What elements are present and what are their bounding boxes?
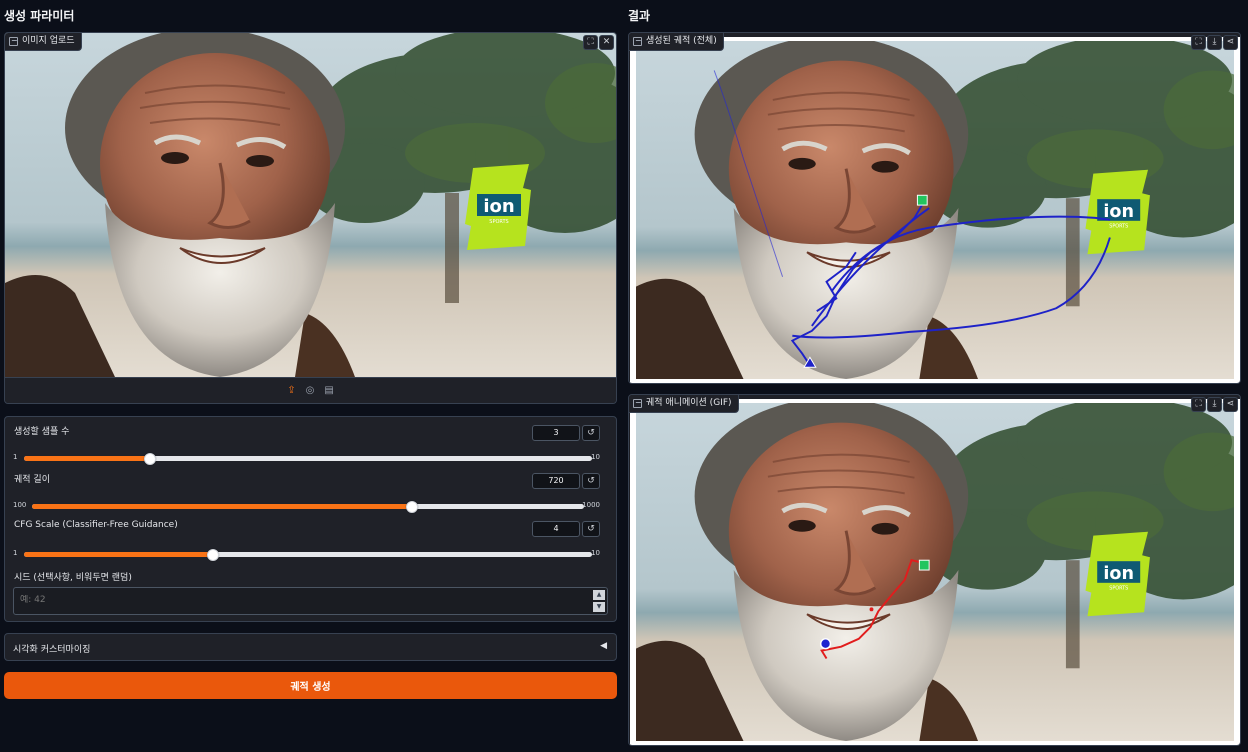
slider-track[interactable] bbox=[32, 500, 584, 513]
upload-icon[interactable]: ⇪ bbox=[287, 385, 295, 396]
trajectory-full-label: 생성된 궤적 (전체) bbox=[629, 33, 724, 51]
trajectory-gif-label: 궤적 애니메이션 (GIF) bbox=[629, 395, 739, 413]
image-icon bbox=[633, 37, 642, 46]
clipboard-icon[interactable]: ▤ bbox=[324, 385, 333, 396]
num-samples-input[interactable]: 3 bbox=[532, 425, 580, 441]
image-upload-label: 이미지 업로드 bbox=[5, 33, 82, 51]
increment-icon[interactable]: ▲ bbox=[593, 590, 605, 600]
slider-track[interactable] bbox=[24, 452, 592, 465]
decrement-icon[interactable]: ▼ bbox=[593, 602, 605, 612]
fullscreen-icon[interactable]: ⛶ bbox=[583, 35, 598, 50]
share-icon[interactable]: ⋖ bbox=[1223, 397, 1238, 412]
slider-fill bbox=[32, 504, 413, 509]
reset-icon[interactable]: ↺ bbox=[582, 425, 600, 441]
image-icon bbox=[9, 37, 18, 46]
cfg-scale-input[interactable]: 4 bbox=[532, 521, 580, 537]
seed-field[interactable]: ▲ ▼ bbox=[13, 587, 608, 615]
fullscreen-icon[interactable]: ⛶ bbox=[1191, 35, 1206, 50]
cfg-scale-slider[interactable]: CFG Scale (Classifier-Free Guidance) 4 ↺… bbox=[13, 520, 608, 564]
num-samples-slider[interactable]: 생성할 샘플 수 3 ↺ 1 10 bbox=[13, 424, 608, 468]
parameters-title: 생성 파라미터 bbox=[4, 9, 75, 23]
slider-thumb[interactable] bbox=[144, 452, 157, 465]
slider-fill bbox=[24, 552, 214, 557]
download-icon[interactable]: ⤓ bbox=[1207, 397, 1222, 412]
seed-input[interactable] bbox=[20, 595, 580, 605]
trajectory-gif-image bbox=[636, 403, 1234, 741]
close-icon[interactable]: ✕ bbox=[599, 35, 614, 50]
seed-stepper[interactable]: ▲ ▼ bbox=[593, 590, 605, 612]
image-icon bbox=[633, 399, 642, 408]
collapse-arrow-icon[interactable]: ◀ bbox=[600, 641, 607, 651]
results-title: 결과 bbox=[628, 9, 651, 23]
slider-fill bbox=[24, 456, 151, 461]
visualization-accordion[interactable]: 시각화 커스터마이징 ◀ bbox=[4, 633, 617, 661]
share-icon[interactable]: ⋖ bbox=[1223, 35, 1238, 50]
seed-label: 시드 (선택사항, 비워두면 랜덤) bbox=[14, 573, 132, 583]
trajectory-full-block: 생성된 궤적 (전체) ⛶ ⤓ ⋖ bbox=[628, 32, 1241, 384]
trajectory-gif-block: 궤적 애니메이션 (GIF) ⛶ ⤓ ⋖ bbox=[628, 394, 1241, 746]
webcam-icon[interactable]: ◎ bbox=[306, 385, 315, 396]
image-upload-block[interactable]: 이미지 업로드 ⛶ ✕ ⇪ ◎ ▤ bbox=[4, 32, 617, 404]
trajectory-full-image bbox=[636, 41, 1234, 379]
fullscreen-icon[interactable]: ⛶ bbox=[1191, 397, 1206, 412]
parameters-panel: 생성할 샘플 수 3 ↺ 1 10 궤적 길이 720 ↺ 100 1000 C… bbox=[4, 416, 617, 622]
reset-icon[interactable]: ↺ bbox=[582, 521, 600, 537]
trajectory-length-slider[interactable]: 궤적 길이 720 ↺ 100 1000 bbox=[13, 472, 608, 516]
trajectory-length-input[interactable]: 720 bbox=[532, 473, 580, 489]
generate-trajectory-button[interactable]: 궤적 생성 bbox=[4, 672, 617, 699]
upload-toolbar: ⇪ ◎ ▤ bbox=[5, 377, 616, 403]
download-icon[interactable]: ⤓ bbox=[1207, 35, 1222, 50]
slider-thumb[interactable] bbox=[406, 500, 419, 513]
uploaded-image bbox=[5, 33, 617, 377]
reset-icon[interactable]: ↺ bbox=[582, 473, 600, 489]
slider-track[interactable] bbox=[24, 548, 592, 561]
slider-thumb[interactable] bbox=[207, 548, 220, 561]
